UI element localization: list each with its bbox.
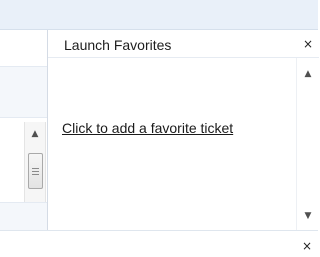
panel-title: Launch Favorites [64, 37, 172, 53]
panel-scrollbar[interactable]: ▲ ▼ [296, 58, 319, 230]
bottom-bar: × [0, 230, 318, 257]
launch-favorites-panel: Launch Favorites × Click to add a favori… [47, 30, 319, 230]
top-band [0, 0, 318, 30]
scroll-up-icon[interactable]: ▲ [297, 66, 319, 82]
scrollbar-thumb[interactable] [28, 153, 43, 189]
close-icon[interactable]: × [301, 37, 315, 51]
scroll-up-icon[interactable]: ▲ [25, 126, 45, 142]
panel-body: Click to add a favorite ticket [48, 58, 297, 230]
left-pane: ▲ ▼ [0, 30, 47, 256]
left-pane-strip [0, 66, 47, 118]
left-pane-strip-bottom [0, 202, 47, 233]
close-icon[interactable]: × [300, 239, 314, 253]
scroll-down-icon[interactable]: ▼ [297, 208, 319, 224]
add-favorite-ticket-link[interactable]: Click to add a favorite ticket [62, 120, 233, 136]
panel-header: Launch Favorites × [48, 30, 319, 58]
